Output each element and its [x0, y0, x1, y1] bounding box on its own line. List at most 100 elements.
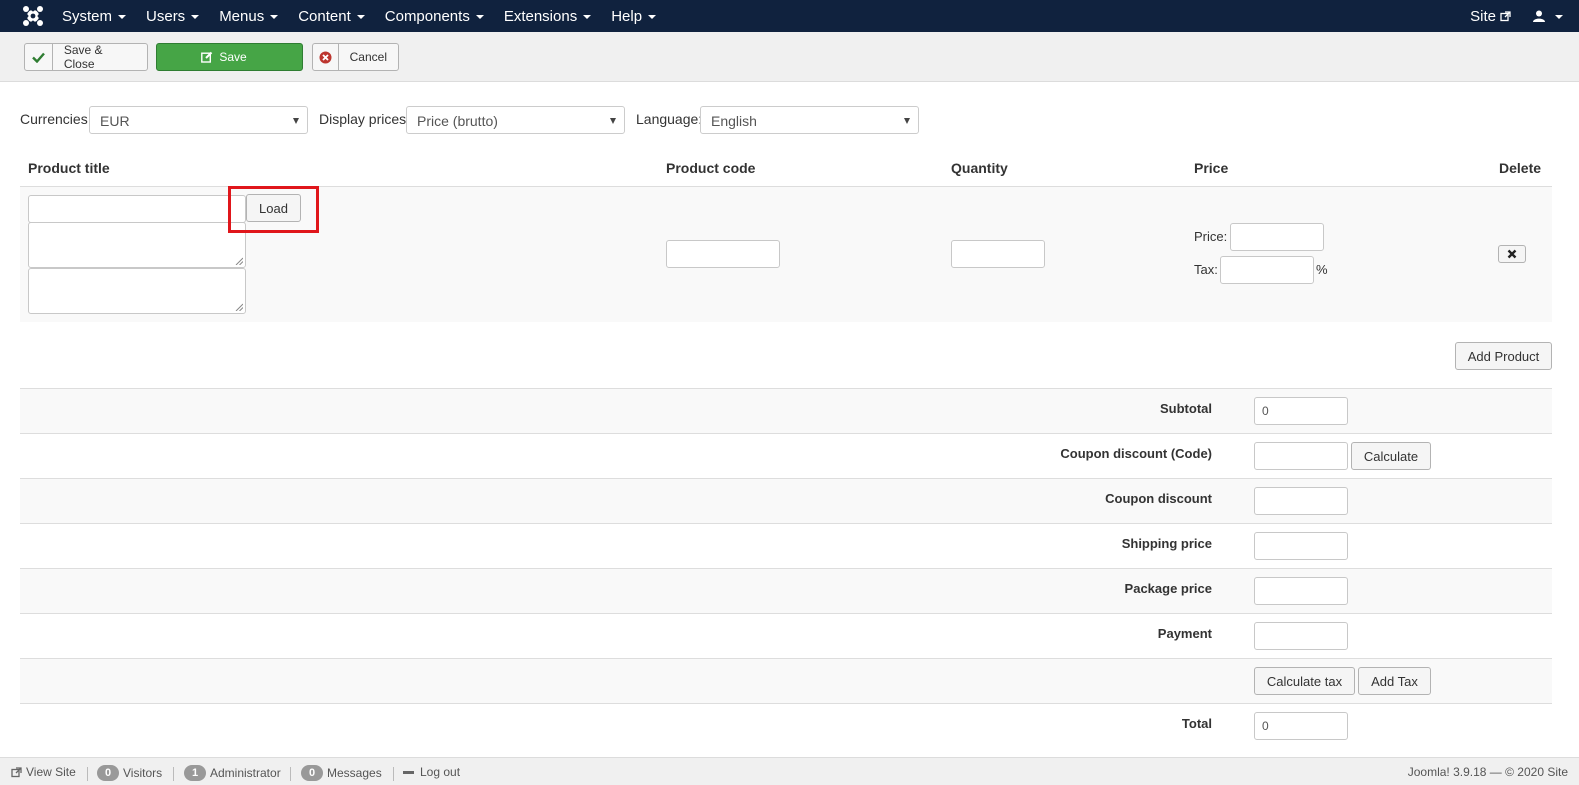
menu-menus[interactable]: Menus [209, 0, 288, 32]
tax-input[interactable] [1220, 256, 1314, 284]
administrator-link[interactable]: 1 Administrator [184, 765, 281, 781]
dropdown-arrow-icon [904, 118, 910, 124]
menu-help[interactable]: Help [601, 0, 666, 32]
coupon-code-input[interactable] [1254, 442, 1348, 470]
summary-row-tax-actions: Calculate tax Add Tax [20, 658, 1552, 703]
logout-label: Log out [420, 765, 461, 779]
resize-grip-icon [235, 303, 243, 311]
product-attributes-textarea[interactable] [28, 268, 246, 314]
coupon-code-label: Coupon discount (Code) [1060, 446, 1212, 461]
caret-down-icon [191, 15, 200, 19]
currencies-select[interactable]: EUR [89, 106, 308, 134]
save-close-label: Save & Close [63, 43, 103, 71]
dropdown-arrow-icon [293, 118, 299, 124]
footer-divider [393, 767, 394, 781]
visitors-link[interactable]: 0 Visitors [97, 765, 162, 781]
product-description-textarea[interactable] [28, 222, 246, 268]
view-site-link[interactable]: View Site [11, 765, 76, 779]
payment-label: Payment [1157, 626, 1212, 641]
tax-label: Tax: [1194, 262, 1218, 277]
save-button[interactable]: Save [156, 43, 303, 71]
logout-link[interactable]: Log out [403, 765, 460, 779]
footer-divider [173, 767, 174, 781]
calculate-tax-label: Calculate tax [1266, 673, 1343, 689]
quantity-input[interactable] [951, 240, 1045, 268]
header-product-title: Product title [28, 160, 110, 176]
display-prices-value: Price (brutto) [417, 113, 498, 129]
add-tax-button[interactable]: Add Tax [1358, 667, 1431, 695]
edit-icon [201, 51, 213, 63]
footer-divider [290, 767, 291, 781]
view-site-label: View Site [26, 765, 76, 779]
subtotal-label: Subtotal [1160, 401, 1212, 416]
main-menu: System Users Menus Content Components Ex… [52, 0, 666, 32]
caret-down-icon [270, 15, 279, 19]
delete-row-button[interactable] [1498, 245, 1526, 263]
close-icon [1507, 249, 1517, 259]
summary-row-coupon-discount: Coupon discount [20, 478, 1552, 523]
menu-label: Components [384, 7, 470, 25]
caret-down-icon [475, 15, 484, 19]
administrator-label: Administrator [210, 766, 281, 780]
add-product-button[interactable]: Add Product [1455, 342, 1552, 370]
calculate-tax-button[interactable]: Calculate tax [1254, 667, 1355, 695]
price-input[interactable] [1230, 223, 1324, 251]
dropdown-arrow-icon [610, 118, 616, 124]
summary-row-shipping: Shipping price [20, 523, 1552, 568]
header-quantity: Quantity [951, 160, 1008, 176]
messages-link[interactable]: 0 Messages [301, 765, 382, 781]
product-code-input[interactable] [666, 240, 780, 268]
header-price: Price [1194, 160, 1229, 176]
payment-input[interactable] [1254, 622, 1348, 650]
summary-row-coupon-code: Coupon discount (Code) Calculate [20, 433, 1552, 478]
caret-down-icon [1555, 15, 1563, 19]
menu-label: Content [298, 7, 351, 25]
coupon-discount-input[interactable] [1254, 487, 1348, 515]
toolbar: Save & Close Save Cancel [0, 32, 1579, 82]
header-delete: Delete [1499, 160, 1542, 176]
external-link-icon [11, 766, 22, 777]
summary-row-package: Package price [20, 568, 1552, 613]
menu-users[interactable]: Users [136, 0, 209, 32]
menu-label: Users [146, 7, 186, 25]
percent-sign: % [1316, 262, 1328, 277]
menu-extensions[interactable]: Extensions [494, 0, 601, 32]
total-input[interactable]: 0 [1254, 712, 1348, 740]
site-link[interactable]: Site [1470, 8, 1511, 25]
messages-badge: 0 [301, 765, 323, 781]
menu-content[interactable]: Content [288, 0, 375, 32]
cancel-button[interactable]: Cancel [312, 43, 399, 71]
messages-label: Messages [327, 766, 382, 780]
status-footer: View Site 0 Visitors 1 Administrator 0 M… [0, 757, 1579, 785]
save-label: Save [219, 50, 247, 64]
save-close-button[interactable]: Save & Close [24, 43, 148, 71]
joomla-logo[interactable] [22, 5, 44, 27]
cancel-icon [313, 44, 339, 70]
summary-row-payment: Payment [20, 613, 1552, 658]
currencies-value: EUR [100, 113, 130, 129]
menu-label: Help [611, 7, 643, 25]
product-title-input[interactable] [28, 195, 246, 223]
top-navbar: System Users Menus Content Components Ex… [0, 0, 1579, 32]
highlight-box [228, 186, 319, 233]
subtotal-input[interactable]: 0 [1254, 397, 1348, 425]
shipping-price-input[interactable] [1254, 532, 1348, 560]
language-select[interactable]: English [700, 106, 919, 134]
footer-divider [87, 767, 88, 781]
display-prices-select[interactable]: Price (brutto) [406, 106, 625, 134]
language-value: English [711, 113, 757, 129]
site-label: Site [1470, 7, 1496, 25]
shipping-price-label: Shipping price [1121, 536, 1212, 551]
caret-down-icon [118, 15, 127, 19]
header-product-code: Product code [666, 160, 756, 176]
menu-system[interactable]: System [52, 0, 136, 32]
package-price-label: Package price [1124, 581, 1212, 596]
menu-components[interactable]: Components [375, 0, 494, 32]
calculate-button[interactable]: Calculate [1351, 442, 1431, 470]
minus-icon [403, 770, 414, 774]
summary-row-subtotal: Subtotal 0 [20, 388, 1552, 433]
user-menu[interactable] [1533, 10, 1563, 22]
price-label: Price: [1194, 229, 1228, 244]
menu-label: Extensions [503, 7, 578, 25]
package-price-input[interactable] [1254, 577, 1348, 605]
